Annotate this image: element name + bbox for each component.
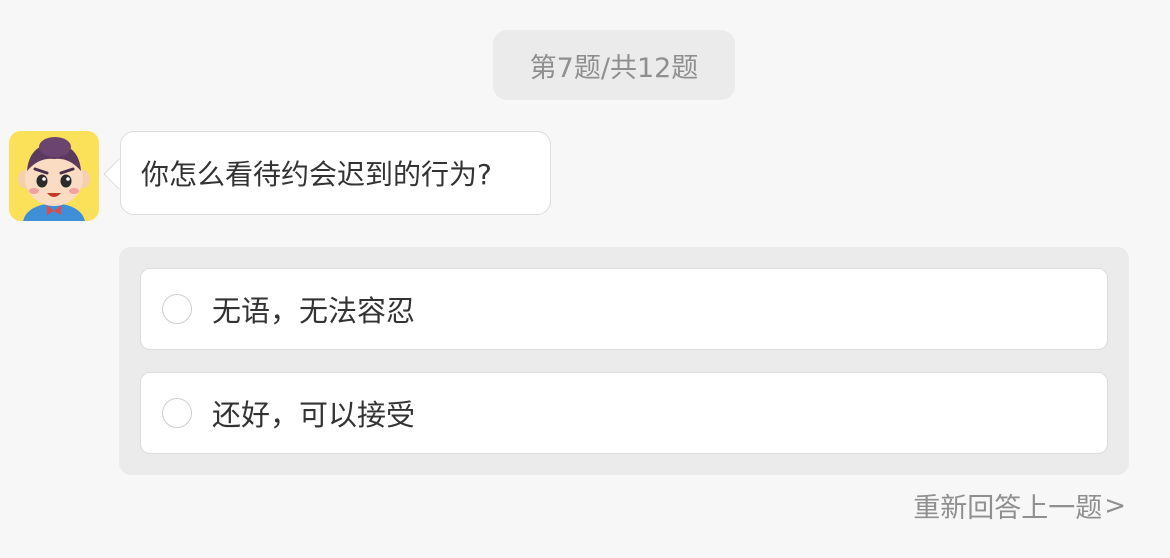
progress-text: 第7题/共12题 — [529, 52, 699, 84]
question-bubble: 你怎么看待约会迟到的行为? — [120, 131, 551, 215]
option-label: 还好，可以接受 — [212, 398, 416, 432]
cartoon-boy-avatar-icon — [9, 131, 99, 221]
bubble-tail-cover — [121, 158, 135, 190]
option-item[interactable]: 还好，可以接受 — [140, 372, 1108, 454]
redo-previous-question-link[interactable]: 重新回答上一题 > — [913, 486, 1126, 525]
option-item[interactable]: 无语，无法容忍 — [140, 268, 1108, 350]
radio-circle-icon[interactable] — [162, 294, 192, 324]
question-progress: 第7题/共12题 — [493, 30, 735, 100]
bot-avatar — [9, 131, 99, 221]
option-label: 无语，无法容忍 — [212, 294, 416, 328]
question-text: 你怎么看待约会迟到的行为? — [141, 158, 492, 191]
chevron-right-icon: > — [1104, 490, 1126, 521]
options-panel: 无语，无法容忍 还好，可以接受 — [119, 247, 1129, 475]
radio-circle-icon[interactable] — [162, 398, 192, 428]
redo-label: 重新回答上一题 — [913, 493, 1103, 524]
